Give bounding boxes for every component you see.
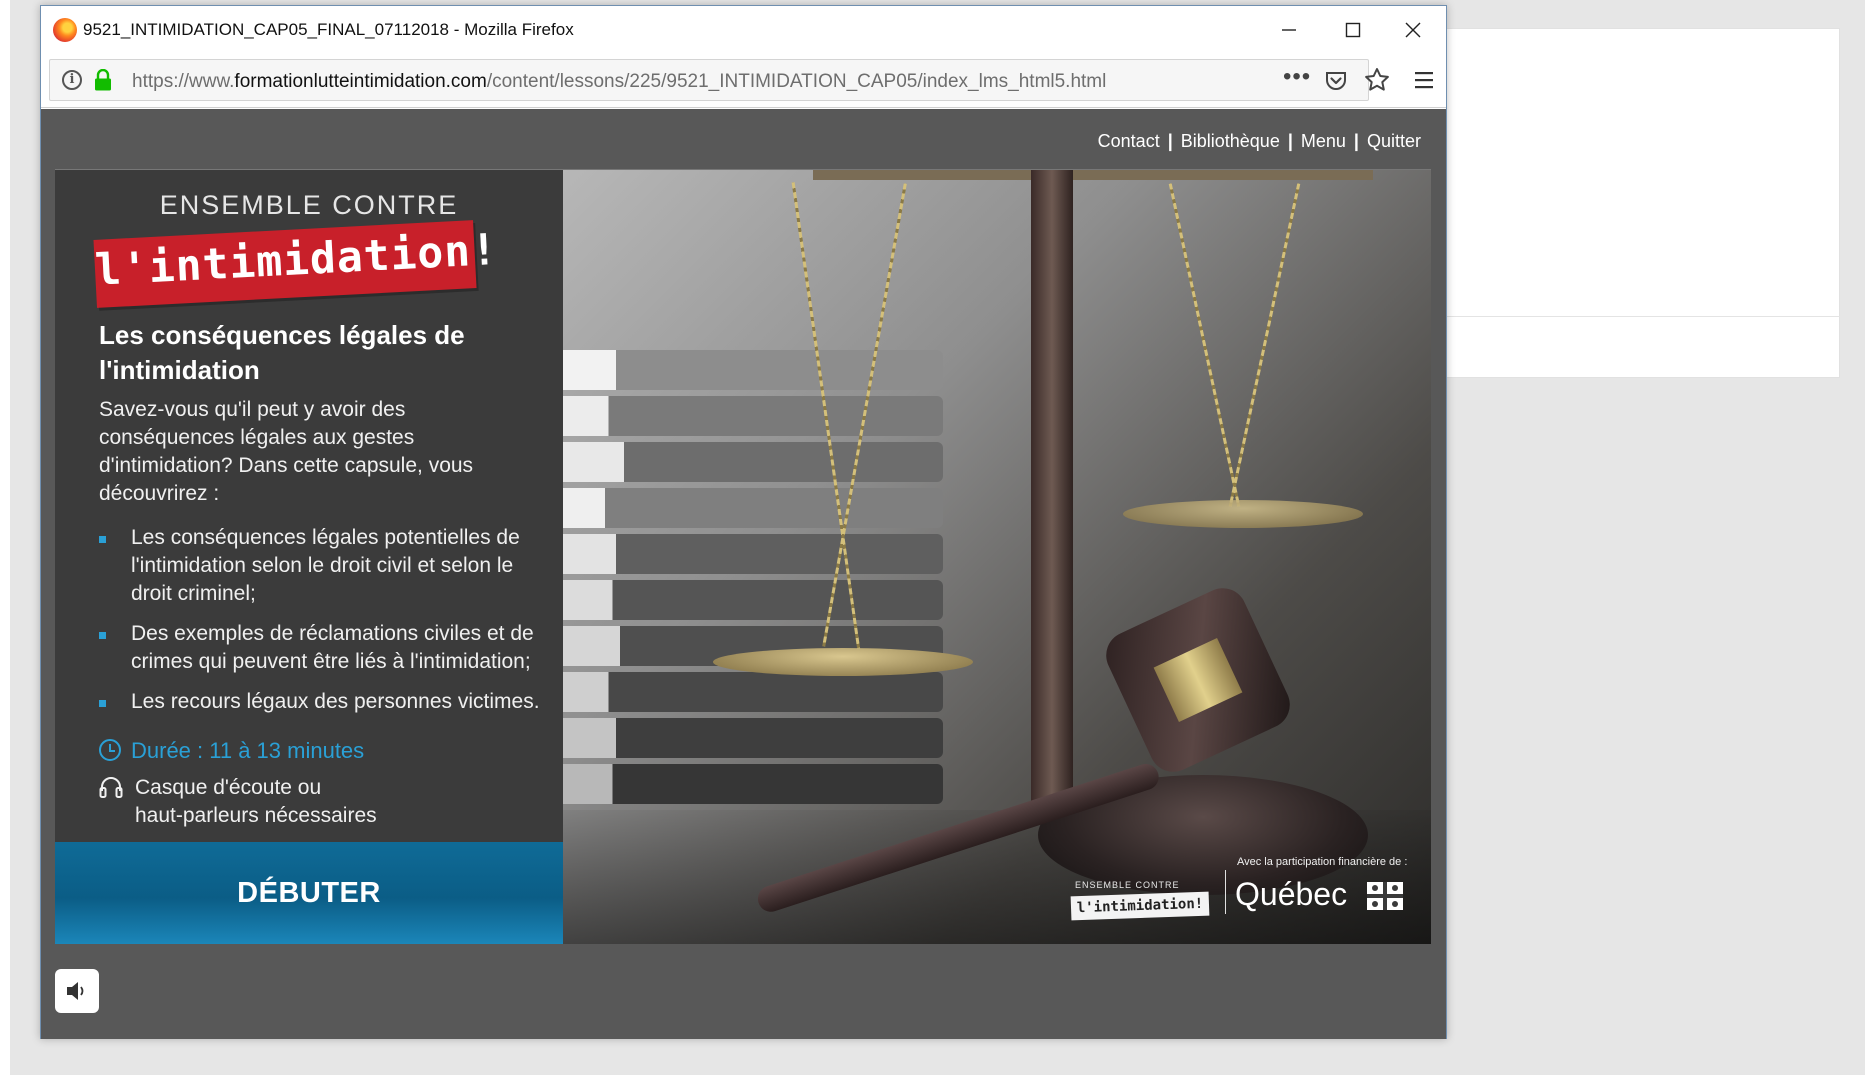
window-title: 9521_INTIMIDATION_CAP05_FINAL_07112018 -… [83, 20, 574, 39]
url-prefix: https://www. [132, 71, 235, 92]
nav-quit-link[interactable]: Quitter [1367, 131, 1421, 151]
bullet-marker [99, 536, 106, 543]
financial-participation-text: Avec la participation financière de : [1237, 856, 1408, 868]
nav-separator: | [1353, 131, 1359, 151]
book [563, 580, 943, 620]
book [563, 672, 943, 712]
top-navigation: Contact | Bibliothèque | Menu | Quitter [1098, 131, 1421, 152]
bullet-marker [99, 700, 106, 707]
nav-menu-link[interactable]: Menu [1301, 131, 1346, 151]
speaker-icon [67, 982, 84, 1000]
equipment-text: Casque d'écoute ou haut-parleurs nécessa… [135, 774, 435, 830]
list-item: Les recours légaux des personnes victime… [99, 688, 549, 716]
equipment-line-1: Casque d'écoute ou [135, 776, 322, 799]
lesson-duration: Durée : 11 à 13 minutes [99, 738, 364, 764]
objective-text: Des exemples de réclamations civiles et … [131, 622, 534, 673]
nav-separator: | [1167, 131, 1173, 151]
book [563, 718, 943, 758]
nav-separator: | [1287, 131, 1293, 151]
start-button[interactable]: DÉBUTER [55, 842, 563, 944]
navigation-bar: i https://www.formationlutteintimidation… [41, 54, 1446, 108]
close-icon [1405, 22, 1421, 38]
lesson-info-panel: ENSEMBLE CONTRE l'intimidation! Les cons… [55, 170, 563, 944]
credit-logo-heading: ENSEMBLE CONTRE [1075, 880, 1180, 890]
nav-contact-link[interactable]: Contact [1098, 131, 1160, 151]
book [563, 488, 943, 528]
objective-text: Les recours légaux des personnes victime… [131, 690, 540, 713]
book [563, 350, 943, 390]
firefox-window: 9521_INTIMIDATION_CAP05_FINAL_07112018 -… [40, 5, 1447, 1039]
clock-icon [99, 739, 121, 761]
books-stack [563, 350, 983, 870]
desktop-edge [0, 0, 10, 1075]
credits-logos: ENSEMBLE CONTRE l'intimidation! Avec la … [1061, 846, 1411, 926]
url-bar[interactable]: i https://www.formationlutteintimidation… [49, 59, 1389, 101]
lesson-objectives: Les conséquences légales potentielles de… [99, 524, 549, 728]
close-button[interactable] [1381, 10, 1445, 50]
pocket-icon[interactable] [1324, 69, 1348, 93]
scale-pan-right [1123, 500, 1363, 528]
firefox-logo-icon [53, 18, 77, 42]
equipment-line-2: haut-parleurs nécessaires [135, 804, 377, 827]
headphones-icon [99, 777, 123, 798]
star-icon[interactable] [1364, 67, 1390, 93]
book [563, 534, 943, 574]
maximize-icon [1345, 22, 1361, 38]
quebec-flag-icon [1367, 882, 1403, 910]
background-card-divider [1440, 316, 1840, 317]
window-titlebar: 9521_INTIMIDATION_CAP05_FINAL_07112018 -… [41, 6, 1446, 54]
logo-heading: ENSEMBLE CONTRE [159, 190, 459, 220]
scale-beam [813, 170, 1373, 180]
scale-pan-left [713, 648, 973, 676]
list-item: Les conséquences légales potentielles de… [99, 524, 549, 608]
logo-banner-text: l'intimidation! [93, 224, 500, 296]
info-icon[interactable]: i [62, 70, 82, 90]
nav-library-link[interactable]: Bibliothèque [1181, 131, 1280, 151]
quebec-logo-text: Québec [1235, 876, 1348, 912]
scale-post [1031, 170, 1073, 820]
book [563, 442, 943, 482]
hamburger-icon[interactable] [1414, 70, 1434, 90]
lock-icon[interactable] [94, 69, 112, 91]
objective-text: Les conséquences légales potentielles de… [131, 526, 520, 605]
scale-chain [1228, 183, 1301, 507]
list-item: Des exemples de réclamations civiles et … [99, 620, 549, 676]
lesson-intro: Savez-vous qu'il peut y avoir des conséq… [99, 398, 474, 505]
minimize-icon [1282, 29, 1296, 31]
maximize-button[interactable] [1321, 10, 1385, 50]
lesson-title: Les conséquences légales de l'intimidati… [99, 320, 465, 385]
more-dots-icon[interactable]: ••• [1283, 63, 1311, 91]
credit-logo-stamp: l'intimidation! [1070, 891, 1210, 921]
background-card [1440, 28, 1840, 378]
logo-banner: l'intimidation! [93, 220, 500, 308]
duration-text: Durée : 11 à 13 minutes [131, 738, 365, 763]
lesson-stage: ENSEMBLE CONTRE l'intimidation! Les cons… [55, 169, 1431, 944]
course-player: Contact | Bibliothèque | Menu | Quitter ENSEMB… [41, 109, 1446, 1039]
url-domain: formationlutteintimidation.com [234, 71, 487, 92]
credit-divider [1225, 870, 1226, 914]
bullet-marker [99, 632, 106, 639]
audio-button[interactable] [55, 969, 99, 1013]
scale-chain [1168, 183, 1241, 507]
book [563, 396, 943, 436]
url-text[interactable]: https://www.formationlutteintimidation.c… [132, 71, 1106, 93]
url-path: /content/lessons/225/9521_INTIMIDATION_C… [486, 71, 1107, 92]
book [563, 764, 943, 804]
minimize-button[interactable] [1257, 10, 1321, 50]
justice-scale-image: ENSEMBLE CONTRE l'intimidation! Avec la … [563, 170, 1431, 944]
